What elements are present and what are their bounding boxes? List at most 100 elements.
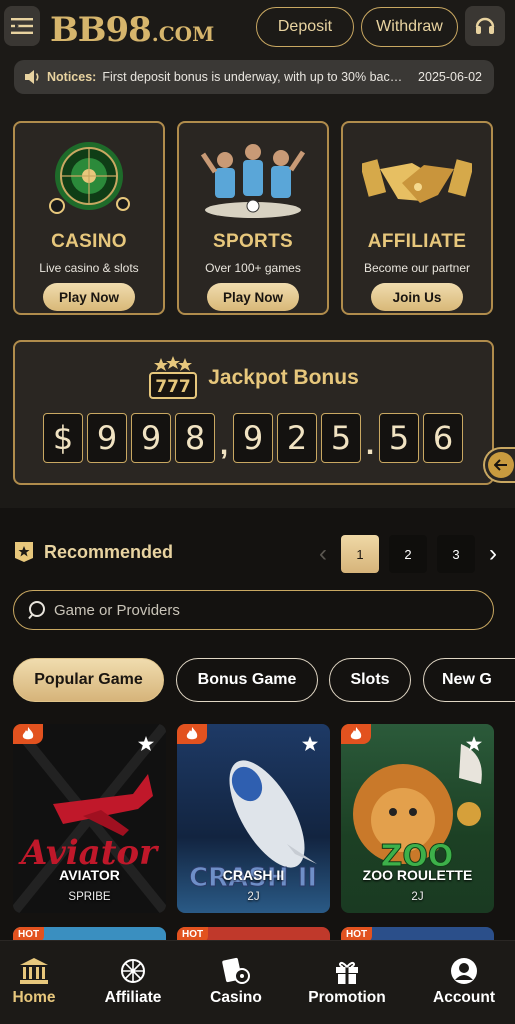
menu-icon (11, 18, 33, 34)
fire-badge (341, 724, 371, 744)
sports-card[interactable]: SPORTS Over 100+ games Play Now (177, 121, 329, 315)
page-button-1[interactable]: 1 (341, 535, 379, 573)
game-category-tabs: Popular Game Bonus Game Slots New G (13, 658, 515, 702)
logo-main-text: BB98 (50, 10, 152, 50)
notice-label: Notices: (47, 70, 97, 84)
notice-bar[interactable]: Notices: First deposit bonus is underway… (14, 60, 494, 94)
search-icon (28, 601, 45, 620)
speaker-icon (25, 70, 39, 84)
page-button-2[interactable]: 2 (389, 535, 427, 573)
nav-label: Affiliate (104, 989, 162, 1006)
page-button-3[interactable]: 3 (437, 535, 475, 573)
nav-label: Account (433, 989, 495, 1006)
network-icon (121, 959, 145, 983)
nav-affiliate[interactable]: Affiliate (83, 957, 183, 1007)
headset-icon (475, 17, 495, 34)
recommended-title: Recommended (14, 541, 173, 563)
join-us-button[interactable]: Join Us (371, 283, 463, 311)
card-subtitle: Over 100+ games (205, 261, 301, 275)
card-title: SPORTS (213, 231, 293, 252)
deposit-button[interactable]: Deposit (256, 7, 354, 47)
favorite-star-icon[interactable] (302, 736, 318, 752)
jackpot-digit: 8 (175, 413, 215, 463)
fire-badge (13, 724, 43, 744)
nav-label: Home (12, 989, 56, 1006)
slot-reel-text: 777 (155, 377, 191, 397)
flame-icon (350, 727, 362, 740)
flame-icon (186, 727, 198, 740)
game-name: CRASH II (222, 867, 285, 883)
play-now-button[interactable]: Play Now (43, 283, 135, 311)
cards-icon (222, 957, 250, 984)
tab-slots[interactable]: Slots (329, 658, 411, 702)
jackpot-title: Jackpot Bonus (208, 366, 359, 389)
tab-bonus-game[interactable]: Bonus Game (176, 658, 318, 702)
jackpot-header: 777 Jackpot Bonus (15, 356, 492, 400)
handshake-icon (357, 131, 477, 227)
card-subtitle: Become our partner (363, 261, 471, 275)
logo-suffix-text: .COM (151, 22, 215, 46)
brand-logo[interactable]: BB98 .COM (50, 10, 230, 50)
nav-casino[interactable]: Casino (186, 957, 286, 1007)
card-title: AFFILIATE (367, 231, 467, 252)
gift-icon (336, 961, 358, 984)
arrow-left-icon (488, 452, 514, 478)
game-provider: SPRIBE (68, 891, 111, 903)
pagination: ‹ 1 2 3 › (305, 534, 501, 574)
jackpot-digit: 9 (131, 413, 171, 463)
user-icon (451, 958, 477, 984)
favorite-star-icon[interactable] (138, 736, 154, 752)
game-tile-aviator[interactable]: Aviator AVIATOR SPRIBE (13, 724, 166, 913)
recommended-label: Recommended (44, 541, 174, 562)
casino-card[interactable]: CASINO Live casino & slots Play Now (13, 121, 165, 315)
play-now-button[interactable]: Play Now (207, 283, 299, 311)
jackpot-digit: 9 (87, 413, 127, 463)
notice-message: First deposit bonus is underway, with up… (102, 70, 405, 84)
nav-promotion[interactable]: Promotion (297, 957, 397, 1007)
aviator-artwork: Aviator (13, 724, 166, 913)
affiliate-card[interactable]: AFFILIATE Become our partner Join Us (341, 121, 493, 315)
side-drawer-toggle[interactable] (483, 447, 515, 483)
menu-button[interactable] (4, 6, 40, 46)
jackpot-digit: 5 (321, 413, 361, 463)
search-input[interactable]: Game or Providers (13, 590, 494, 630)
prev-page-button[interactable]: ‹ (315, 540, 331, 568)
header: BB98 .COM Deposit Withdraw (0, 0, 515, 56)
jackpot-separator: , (219, 428, 229, 461)
support-button[interactable] (465, 6, 505, 46)
favorite-star-icon[interactable] (466, 736, 482, 752)
game-provider: 2J (247, 891, 260, 903)
jackpot-digit: 9 (233, 413, 273, 463)
crash-ii-artwork: CRASH II (188, 760, 318, 894)
next-page-button[interactable]: › (485, 540, 501, 568)
fire-badge (177, 724, 207, 744)
game-provider: 2J (411, 891, 424, 903)
jackpot-digit: 2 (277, 413, 317, 463)
jackpot-currency: $ (43, 413, 83, 463)
search-placeholder: Game or Providers (54, 601, 180, 619)
app-root: BB98 .COM Deposit Withdraw Notices: Firs… (0, 0, 515, 1024)
flame-icon (22, 727, 34, 740)
tab-new-games[interactable]: New G (423, 658, 515, 702)
nav-home[interactable]: Home (0, 957, 84, 1007)
jackpot-counter: $ 9 9 8 , 9 2 5 . 5 6 (43, 413, 467, 463)
notice-date: 2025-06-02 (418, 70, 482, 84)
game-tile-crash-ii[interactable]: CRASH II CRASH II 2J (177, 724, 330, 913)
jackpot-panel: 777 Jackpot Bonus $ 9 9 8 , 9 2 5 . 5 6 (13, 340, 494, 485)
jackpot-digit: 5 (379, 413, 419, 463)
game-tile-zoo-roulette[interactable]: ZOO ZOO ROULETTE 2J (341, 724, 494, 913)
bottom-navigation: Home Affiliate Casino Promotion Account (0, 940, 515, 1024)
withdraw-button[interactable]: Withdraw (361, 7, 458, 47)
game-grid: Aviator AVIATOR SPRIBE CRASH II CRASH II… (13, 724, 494, 914)
jackpot-separator: . (365, 428, 375, 461)
star-badge-icon (15, 542, 33, 562)
card-subtitle: Live casino & slots (39, 261, 139, 275)
zoo-roulette-artwork: ZOO (353, 744, 482, 875)
nav-label: Casino (210, 989, 262, 1006)
tab-popular-game[interactable]: Popular Game (13, 658, 164, 702)
bank-icon (20, 958, 48, 984)
nav-account[interactable]: Account (414, 957, 514, 1007)
roulette-wheel-icon (29, 131, 149, 227)
top-section: BB98 .COM Deposit Withdraw Notices: Firs… (0, 0, 515, 508)
nav-label: Promotion (308, 989, 386, 1006)
